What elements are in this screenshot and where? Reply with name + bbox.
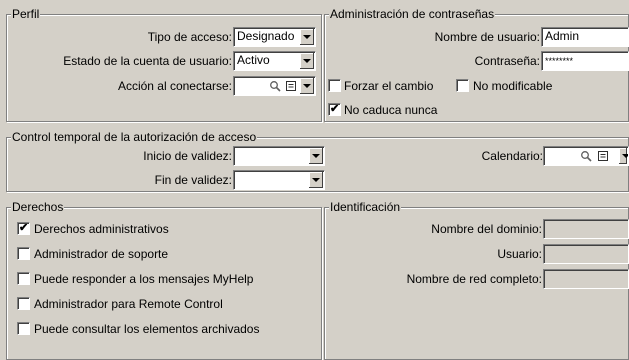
remote-control-checkbox[interactable] bbox=[17, 297, 30, 310]
no-modificable-label: No modificable bbox=[473, 79, 553, 93]
passwords-title: Administración de contraseñas bbox=[329, 7, 496, 21]
dominio-field[interactable] bbox=[543, 219, 629, 239]
derechos-administrativos-checkbox[interactable]: ✔ bbox=[17, 222, 30, 235]
control-temporal-title: Control temporal de la autorización de a… bbox=[11, 130, 258, 144]
estado-cuenta-select[interactable]: Activo bbox=[233, 51, 316, 71]
search-icon[interactable] bbox=[578, 148, 594, 164]
responder-myhelp-checkbox[interactable] bbox=[17, 272, 30, 285]
tipo-acceso-value: Designado bbox=[237, 29, 295, 43]
identificacion-title: Identificación bbox=[329, 200, 402, 214]
contrasena-input[interactable]: ******** bbox=[541, 51, 629, 71]
tipo-acceso-label: Tipo de acceso: bbox=[147, 30, 232, 44]
check-icon: ✔ bbox=[19, 222, 29, 234]
contrasena-label: Contraseña: bbox=[474, 54, 540, 68]
chevron-down-icon[interactable] bbox=[309, 172, 323, 188]
identificacion-usuario-label: Usuario: bbox=[497, 247, 542, 261]
dominio-label: Nombre del dominio: bbox=[431, 222, 542, 236]
fin-validez-field[interactable] bbox=[233, 170, 325, 190]
chevron-down-icon[interactable] bbox=[300, 29, 314, 45]
inicio-validez-label: Inicio de validez: bbox=[143, 149, 232, 163]
consultar-archivados-checkbox[interactable] bbox=[17, 322, 30, 335]
chevron-down-icon[interactable] bbox=[619, 148, 628, 164]
search-icon[interactable] bbox=[267, 78, 283, 94]
responder-myhelp-label: Puede responder a los mensajes MyHelp bbox=[34, 272, 254, 286]
derechos-title: Derechos bbox=[11, 200, 65, 214]
forzar-cambio-checkbox[interactable] bbox=[328, 79, 341, 92]
chevron-down-icon[interactable] bbox=[300, 53, 314, 69]
perfil-title: Perfil bbox=[11, 7, 41, 21]
tipo-acceso-select[interactable]: Designado bbox=[233, 27, 316, 47]
consultar-archivados-label: Puede consultar los elementos archivados bbox=[34, 322, 260, 336]
derechos-administrativos-label: Derechos administrativos bbox=[34, 222, 169, 236]
inicio-validez-field[interactable] bbox=[233, 146, 325, 166]
usuario-input[interactable]: Admin bbox=[541, 27, 629, 47]
fin-validez-label: Fin de validez: bbox=[154, 173, 232, 187]
no-caduca-checkbox[interactable]: ✔ bbox=[328, 103, 341, 116]
identificacion-usuario-field[interactable] bbox=[543, 244, 629, 264]
usuario-label: Nombre de usuario: bbox=[434, 30, 540, 44]
check-icon: ✔ bbox=[330, 103, 340, 115]
forzar-cambio-label: Forzar el cambio bbox=[344, 79, 434, 93]
estado-cuenta-label: Estado de la cuenta de usuario: bbox=[63, 54, 232, 68]
calendario-label: Calendario: bbox=[481, 149, 543, 163]
nombre-red-label: Nombre de red completo: bbox=[406, 272, 542, 286]
accion-conectarse-field[interactable] bbox=[233, 76, 316, 96]
accion-conectarse-label: Acción al conectarse: bbox=[117, 79, 232, 93]
nombre-red-field[interactable] bbox=[543, 269, 629, 289]
detail-icon[interactable] bbox=[595, 148, 611, 164]
usuario-value: Admin bbox=[545, 29, 580, 43]
chevron-down-icon[interactable] bbox=[309, 148, 323, 164]
no-modificable-checkbox[interactable] bbox=[456, 79, 469, 92]
estado-cuenta-value: Activo bbox=[237, 53, 270, 67]
remote-control-label: Administrador para Remote Control bbox=[34, 297, 223, 311]
administrador-soporte-checkbox[interactable] bbox=[17, 247, 30, 260]
administrador-soporte-label: Administrador de soporte bbox=[34, 247, 169, 261]
contrasena-value: ******** bbox=[545, 56, 574, 66]
chevron-down-icon[interactable] bbox=[300, 78, 314, 94]
no-caduca-label: No caduca nunca bbox=[344, 103, 438, 117]
detail-icon[interactable] bbox=[283, 78, 299, 94]
calendario-field[interactable] bbox=[543, 146, 629, 166]
